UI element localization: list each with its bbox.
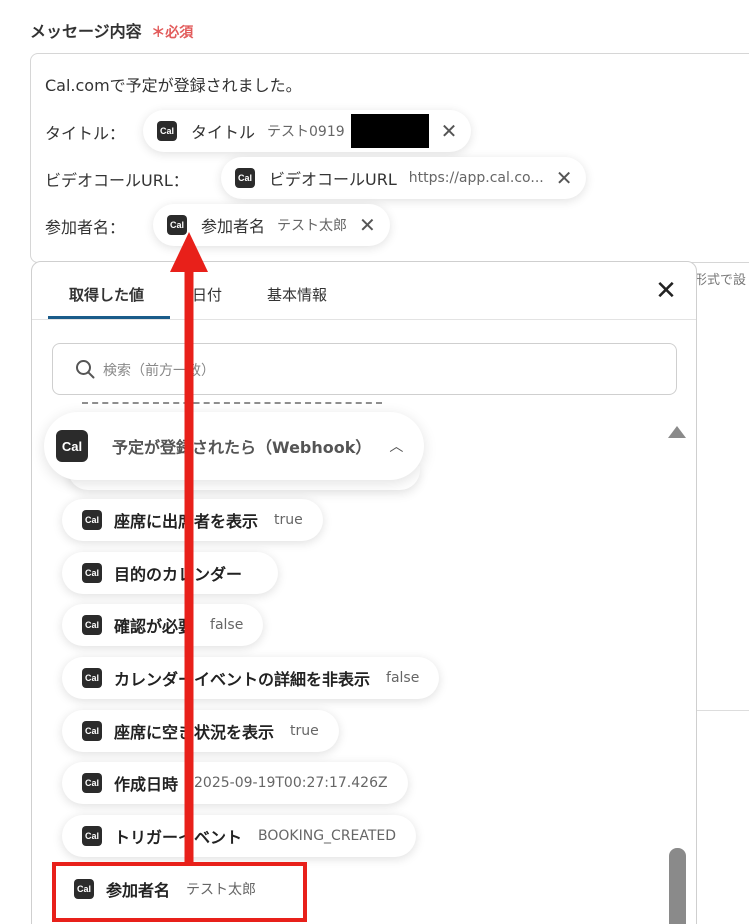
list-item[interactable]: Cal トリガーイベント BOOKING_CREATED [62, 815, 417, 857]
remove-icon[interactable]: ✕ [441, 121, 458, 141]
tab-retrieved-values[interactable]: 取得した値 [69, 284, 144, 305]
cal-icon: Cal [82, 668, 102, 688]
remove-icon[interactable]: ✕ [359, 215, 376, 235]
scrollbar-thumb[interactable] [669, 848, 686, 924]
editor-line-title-prefix: タイトル： [45, 124, 126, 143]
close-icon[interactable]: ✕ [652, 278, 680, 306]
list-item[interactable]: Cal 座席に出席者を表示 true [62, 499, 323, 541]
cal-icon: Cal [56, 430, 88, 462]
tab-date[interactable]: 日付 [192, 284, 222, 305]
variable-chip-url[interactable]: Cal ビデオコールURL https://app.cal.co... ✕ [221, 157, 587, 199]
cal-icon: Cal [82, 773, 102, 793]
item-value: true [290, 723, 319, 739]
required-badge: ＊必須 [151, 25, 193, 41]
item-value: true [274, 512, 303, 528]
search-field[interactable] [52, 343, 677, 395]
item-value: 2025-09-19T00:27:17.426Z [194, 775, 388, 791]
list-item[interactable]: Cal 座席に空き状況を表示 true [62, 710, 339, 752]
message-editor[interactable]: Cal.comで予定が登録されました。 タイトル： Cal タイトル テスト09… [30, 53, 749, 263]
list-item[interactable]: Cal 作成日時 2025-09-19T00:27:17.426Z [62, 762, 408, 804]
editor-first-line: Cal.comで予定が登録されました。 [45, 76, 302, 95]
chip-name: タイトル [191, 123, 256, 142]
cal-icon: Cal [82, 721, 102, 741]
cal-icon: Cal [82, 563, 102, 583]
side-hint-text: 形式で設 [694, 273, 747, 288]
editor-line-url-prefix: ビデオコールURL： [45, 171, 189, 190]
highlight-box [52, 862, 307, 922]
item-value: false [386, 670, 420, 686]
active-tab-indicator [48, 316, 170, 319]
list-item[interactable]: Cal カレンダーイベントの詳細を非表示 false [62, 657, 440, 699]
cal-icon: Cal [235, 168, 255, 188]
item-value: BOOKING_CREATED [258, 828, 397, 844]
list-item[interactable]: Cal 目的のカレンダー [62, 552, 279, 594]
required-text: 必須 [165, 25, 194, 41]
group-header-webhook[interactable]: Cal 予定が登録されたら（Webhook） ︿ [44, 412, 424, 480]
tab-basic-info[interactable]: 基本情報 [267, 284, 327, 305]
chevron-up-icon[interactable]: ︿ [389, 436, 403, 456]
item-name: 座席に空き状況を表示 [114, 723, 275, 742]
item-name: 作成日時 [114, 775, 179, 794]
cal-icon: Cal [82, 615, 102, 635]
required-mark: ＊ [151, 25, 166, 41]
chip-value: https://app.cal.co... [408, 170, 544, 186]
field-label: メッセージ内容 ＊必須 [30, 18, 193, 42]
search-input[interactable] [103, 358, 643, 382]
editor-line-attendee-prefix: 参加者名： [45, 218, 126, 237]
remove-icon[interactable]: ✕ [556, 168, 573, 188]
chip-value: テスト太郎 [277, 218, 348, 234]
chip-name: ビデオコールURL [269, 170, 397, 189]
redaction-block [350, 114, 429, 148]
variable-chip-title[interactable]: Cal タイトル テスト0919 ✕ [143, 110, 472, 152]
item-value: false [210, 617, 244, 633]
cal-icon: Cal [82, 510, 102, 530]
item-name: 目的のカレンダー [114, 565, 243, 584]
item-name: 確認が必要 [114, 617, 195, 636]
tab-bar: 取得した値 日付 基本情報 ✕ [32, 262, 696, 320]
search-icon [76, 360, 95, 379]
cal-icon: Cal [167, 215, 187, 235]
item-name: 座席に出席者を表示 [114, 512, 259, 531]
scroll-up-icon[interactable] [668, 426, 686, 438]
item-name: トリガーイベント [114, 828, 243, 847]
cal-icon: Cal [157, 121, 177, 141]
chip-value: テスト0919 [267, 124, 345, 140]
field-label-text: メッセージ内容 [30, 22, 142, 41]
cal-icon: Cal [82, 826, 102, 846]
chip-name: 参加者名 [201, 217, 266, 236]
item-name: カレンダーイベントの詳細を非表示 [114, 670, 371, 689]
divider [697, 710, 749, 711]
variable-chip-attendee[interactable]: Cal 参加者名 テスト太郎 ✕ [153, 204, 390, 246]
value-picker-panel: 取得した値 日付 基本情報 ✕ Cal 予定が登録されたら（Webhook） ︿… [31, 261, 697, 924]
group-title: 予定が登録されたら（Webhook） [112, 438, 372, 457]
list-item[interactable]: Cal 確認が必要 false [62, 604, 264, 646]
